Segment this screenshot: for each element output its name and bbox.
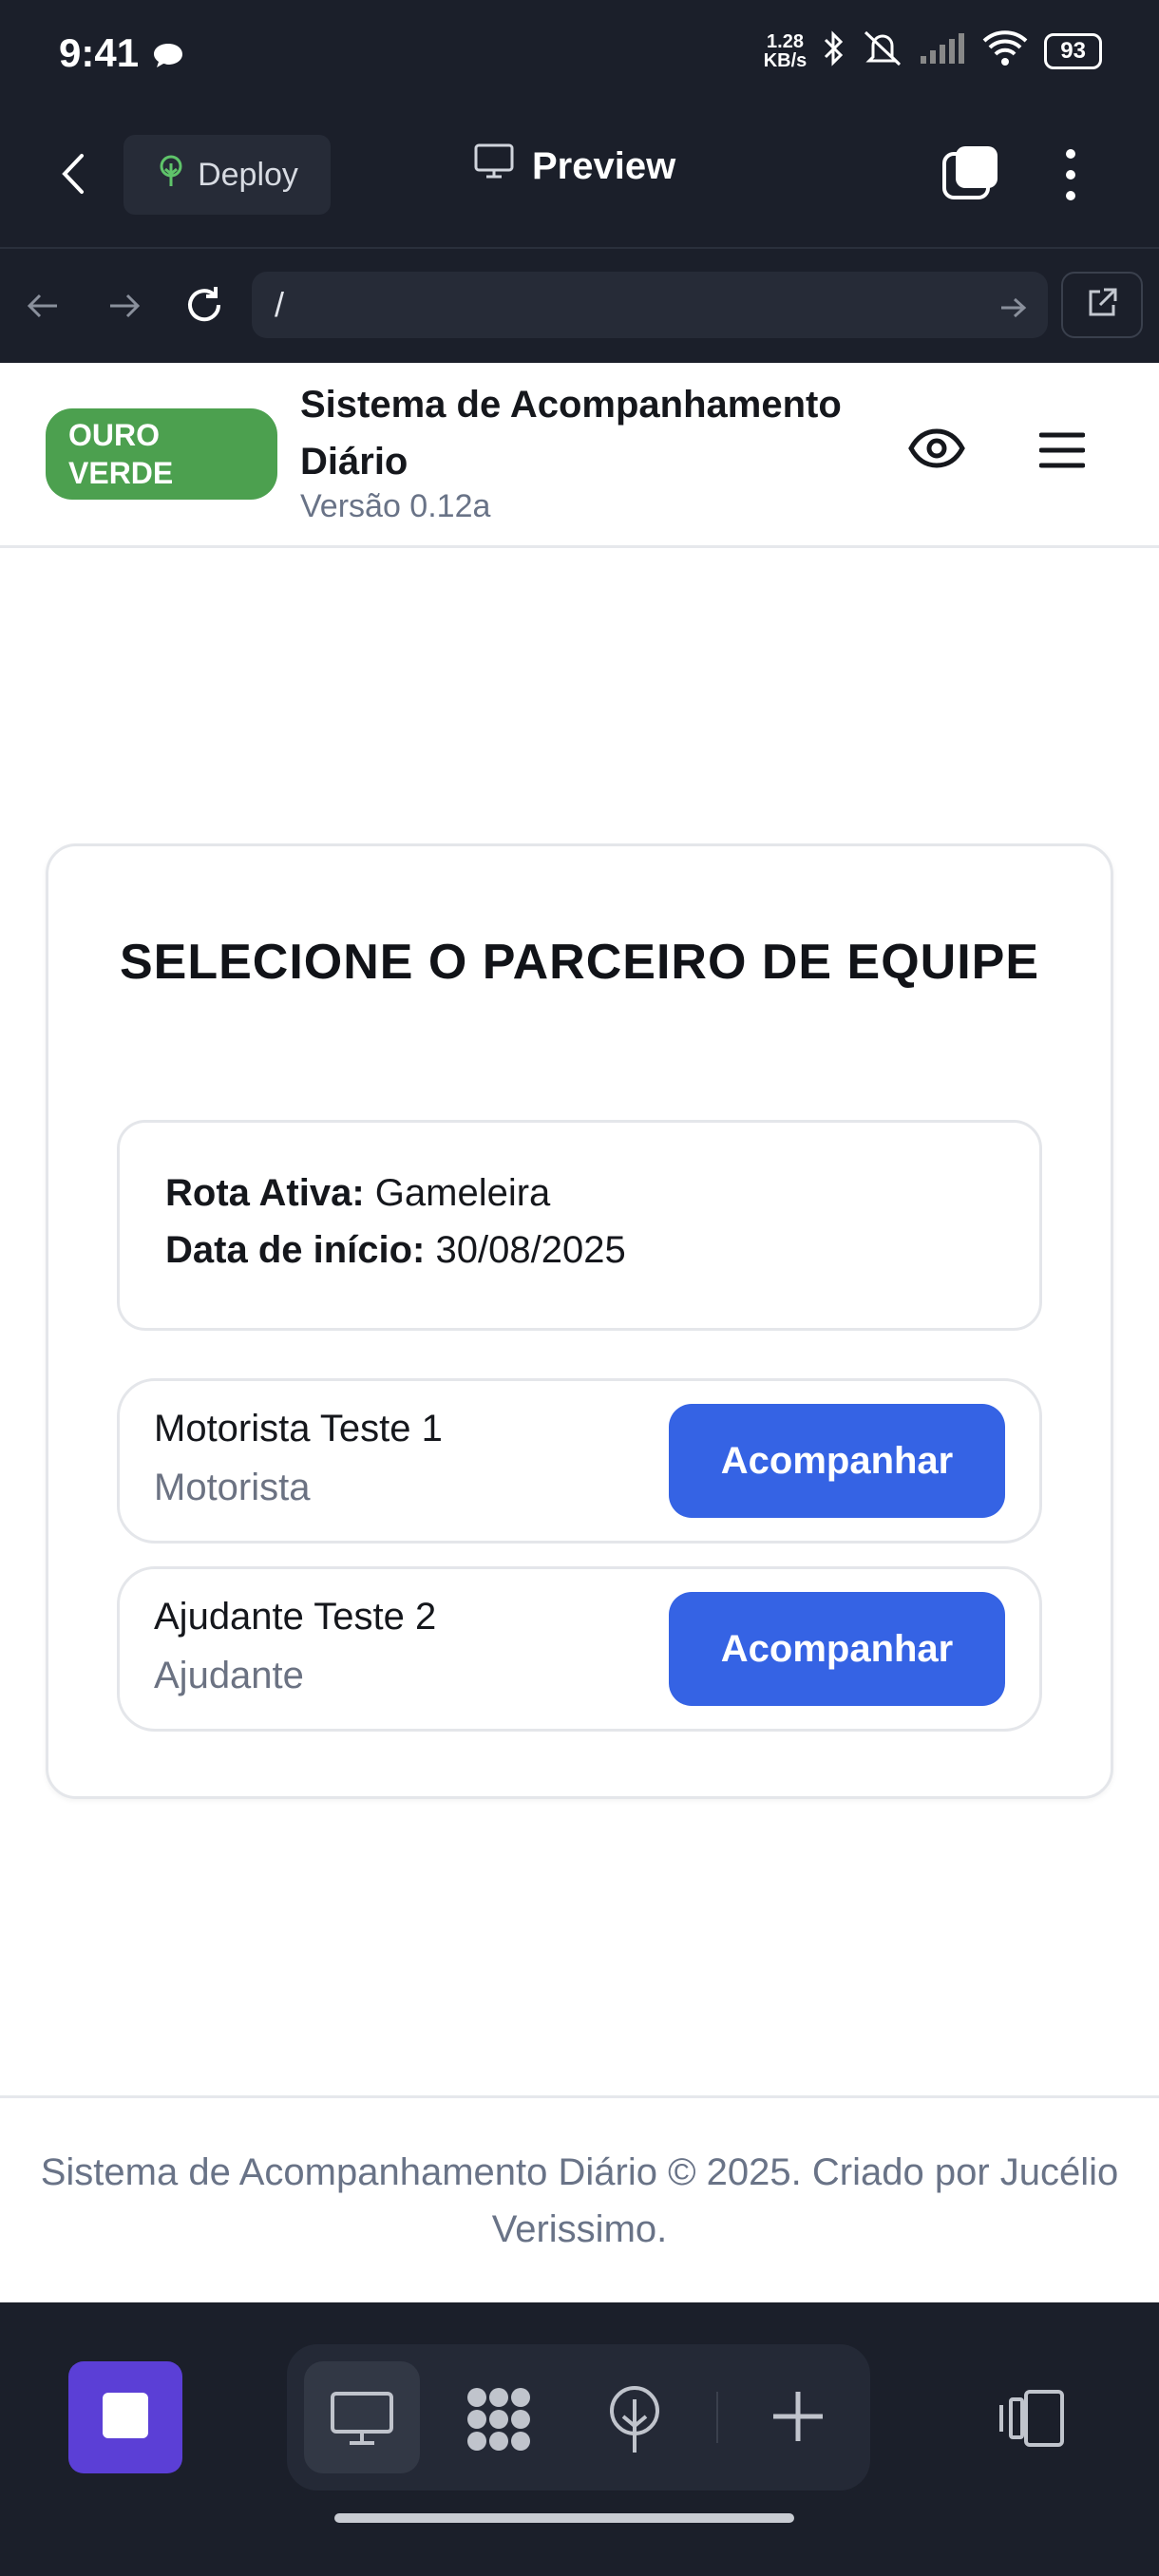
- deploy-button[interactable]: Deploy: [124, 135, 331, 215]
- follow-button[interactable]: Acompanhar: [669, 1404, 1005, 1518]
- eye-icon[interactable]: [908, 427, 965, 474]
- preview-tool-button[interactable]: [304, 2361, 420, 2473]
- chat-bubble-icon: [152, 42, 184, 75]
- site-footer: Sistema de Acompanhamento Diário © 2025.…: [0, 2095, 1159, 2302]
- browser-forward-icon[interactable]: [104, 287, 142, 330]
- url-input[interactable]: /: [252, 272, 1048, 338]
- preview-tab[interactable]: Preview: [473, 142, 675, 190]
- home-indicator: [334, 2513, 794, 2523]
- status-time: 9:41: [59, 30, 140, 75]
- site-header: OURO VERDE Sistema de Acompanhamento Diá…: [0, 363, 1159, 548]
- browser-back-icon[interactable]: [25, 287, 63, 330]
- bell-muted-icon: [862, 28, 903, 73]
- logo-badge[interactable]: OURO VERDE: [46, 408, 277, 500]
- route-line: Rota Ativa: Gameleira: [165, 1172, 550, 1215]
- partner-row: Ajudante Teste 2 Ajudante Acompanhar: [117, 1566, 1042, 1732]
- net-speed-unit: KB/s: [763, 49, 808, 71]
- logo-line2: VERDE: [68, 456, 174, 490]
- start-date-line: Data de início: 30/08/2025: [165, 1229, 626, 1272]
- status-icons: 1.28 KB/s 93: [764, 28, 1102, 73]
- web-page: OURO VERDE Sistema de Acompanhamento Diá…: [0, 363, 1159, 2302]
- card-title: SELECIONE O PARCEIRO DE EQUIPE: [119, 935, 1040, 990]
- monitor-icon: [473, 142, 515, 190]
- url-text: /: [275, 285, 285, 324]
- site-title: Sistema de Acompanhamento Diário: [300, 384, 842, 483]
- signal-icon: [919, 31, 966, 70]
- bottom-toolbar: [0, 2302, 1159, 2576]
- device-layout-icon[interactable]: [998, 2388, 1068, 2453]
- footer-text: Sistema de Acompanhamento Diário © 2025.…: [40, 2151, 1119, 2250]
- bluetooth-icon: [822, 29, 846, 72]
- battery-indicator: 93: [1044, 32, 1102, 69]
- browser-url-row: /: [0, 249, 1159, 363]
- tree-icon: [156, 154, 186, 197]
- status-bar: 9:41 1.28 KB/s 93: [0, 0, 1159, 114]
- tool-group: [287, 2344, 870, 2491]
- monitor-icon: [329, 2390, 395, 2452]
- reload-icon[interactable]: [182, 283, 226, 331]
- cluster-icon[interactable]: [464, 2384, 534, 2459]
- tabs-switcher-icon[interactable]: [940, 142, 1001, 208]
- more-options-icon[interactable]: [1056, 146, 1085, 208]
- date-value: 30/08/2025: [435, 1229, 626, 1271]
- net-speed: 1.28 KB/s: [764, 32, 808, 70]
- partner-role: Ajudante: [154, 1655, 304, 1696]
- follow-button[interactable]: Acompanhar: [669, 1592, 1005, 1706]
- preview-label: Preview: [532, 144, 676, 187]
- route-label: Rota Ativa:: [165, 1172, 365, 1214]
- back-icon[interactable]: [59, 150, 87, 202]
- deploy-label: Deploy: [198, 156, 298, 193]
- partner-name: Motorista Teste 1: [154, 1408, 443, 1449]
- add-icon[interactable]: [770, 2388, 826, 2450]
- partner-select-card: SELECIONE O PARCEIRO DE EQUIPE Rota Ativ…: [46, 843, 1113, 1799]
- app-top-bar: Deploy Preview: [0, 114, 1159, 249]
- logo-line1: OURO: [68, 418, 160, 452]
- date-label: Data de início:: [165, 1229, 426, 1271]
- deploy-tree-icon[interactable]: [604, 2384, 665, 2459]
- go-arrow-icon[interactable]: [998, 291, 1027, 331]
- partner-name: Ajudante Teste 2: [154, 1596, 437, 1638]
- hamburger-menu-icon[interactable]: [1038, 431, 1086, 474]
- stop-button[interactable]: [68, 2361, 182, 2473]
- tool-divider: [716, 2392, 718, 2443]
- stop-icon: [101, 2391, 150, 2445]
- wifi-icon: [981, 29, 1029, 72]
- route-value: Gameleira: [374, 1172, 551, 1214]
- partner-row: Motorista Teste 1 Motorista Acompanhar: [117, 1378, 1042, 1544]
- net-speed-value: 1.28: [767, 30, 804, 52]
- route-info-box: Rota Ativa: Gameleira Data de início: 30…: [117, 1120, 1042, 1331]
- partner-role: Motorista: [154, 1467, 311, 1508]
- open-external-button[interactable]: [1061, 272, 1143, 338]
- external-link-icon: [1085, 286, 1119, 325]
- site-version: Versão 0.12a: [300, 488, 491, 524]
